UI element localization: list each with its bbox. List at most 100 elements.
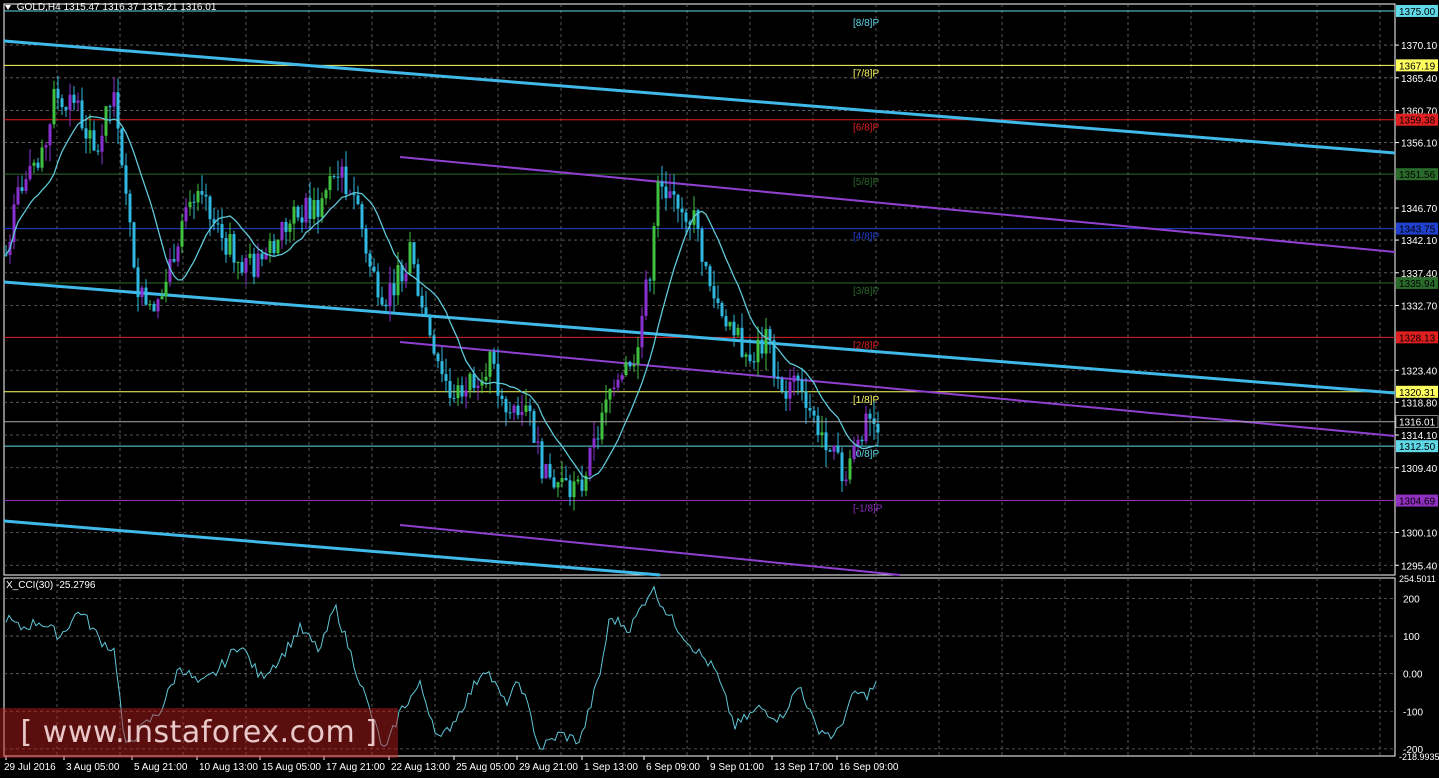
candle-body xyxy=(576,479,580,482)
candle-body xyxy=(556,482,560,488)
candle-body xyxy=(816,415,820,436)
candle-body xyxy=(828,450,832,452)
murrey-level-label: [0/8]P xyxy=(853,449,879,460)
candle-body xyxy=(200,191,204,195)
candle-body xyxy=(624,361,628,376)
candle-body xyxy=(208,196,212,220)
candle-body xyxy=(252,253,256,277)
candle-body xyxy=(832,445,836,452)
candle-body xyxy=(180,221,184,247)
cci-scale-label: 0.00 xyxy=(1403,670,1423,681)
candle-body xyxy=(60,98,64,108)
candle-body xyxy=(640,315,644,348)
candle-body xyxy=(360,204,364,229)
candle-body xyxy=(644,279,648,316)
murrey-level-label: [8/8]P xyxy=(853,18,879,29)
chart-canvas[interactable]: [8/8]P[7/8]P[6/8]P[5/8]P[4/8]P[3/8]P[2/8… xyxy=(0,0,1439,778)
candle-body xyxy=(552,477,556,488)
candle-body xyxy=(648,279,652,281)
candle-body xyxy=(28,165,32,180)
murrey-level-label: [7/8]P xyxy=(853,68,879,79)
candle-body xyxy=(472,373,476,388)
candle-body xyxy=(152,303,156,312)
candle-body xyxy=(372,266,376,272)
candle-body xyxy=(568,480,572,498)
candle-body xyxy=(44,145,48,148)
price-axis-label: 1318.80 xyxy=(1401,398,1438,409)
price-axis-label: 1300.10 xyxy=(1401,529,1438,540)
cci-scale-label: -100 xyxy=(1403,707,1423,718)
candle-body xyxy=(852,446,856,459)
candle-body xyxy=(864,413,868,442)
candle-body xyxy=(560,478,564,483)
time-axis-label: 3 Aug 05:00 xyxy=(66,762,120,773)
time-axis-label: 9 Sep 01:00 xyxy=(710,762,764,773)
candle-body xyxy=(764,329,768,354)
candle-body xyxy=(808,407,812,411)
candle-body xyxy=(500,395,504,400)
candle-body xyxy=(736,327,740,336)
candle-body xyxy=(272,240,276,254)
candle-body xyxy=(304,197,308,223)
candle-body xyxy=(768,329,772,341)
candle-body xyxy=(280,221,284,240)
candle-body xyxy=(76,100,80,103)
candle-body xyxy=(668,191,672,199)
candle-body xyxy=(68,94,72,110)
murrey-level-label: [3/8]P xyxy=(853,286,879,297)
candle-body xyxy=(616,379,620,388)
candle-body xyxy=(324,190,328,199)
time-axis-label: 17 Aug 21:00 xyxy=(326,762,385,773)
murrey-level-label: [5/8]P xyxy=(853,177,879,188)
candle-body xyxy=(316,199,320,217)
candle-body xyxy=(476,385,480,388)
candle-body xyxy=(780,378,784,392)
time-axis-label: 25 Aug 05:00 xyxy=(456,762,515,773)
candle-body xyxy=(432,335,436,354)
candle-body xyxy=(340,166,344,178)
candle-body xyxy=(16,187,20,205)
candle-body xyxy=(428,315,432,336)
candle-body xyxy=(448,380,452,398)
candle-body xyxy=(860,439,864,442)
candle-body xyxy=(672,191,676,195)
candle-body xyxy=(80,100,84,129)
candle-body xyxy=(128,193,132,223)
candle-body xyxy=(784,391,788,399)
candle-body xyxy=(848,458,852,480)
murrey-level-label: [-1/8]P xyxy=(853,504,883,515)
candle-body xyxy=(504,399,508,413)
candle-body xyxy=(320,198,324,217)
murrey-price-badge-text: 1367.19 xyxy=(1399,61,1436,72)
price-axis-label: 1332.70 xyxy=(1401,302,1438,313)
candle-body xyxy=(112,92,116,107)
candle-body xyxy=(632,364,636,367)
candle-body xyxy=(492,351,496,364)
candle-body xyxy=(656,181,660,226)
candle-body xyxy=(580,479,584,491)
price-axis-label: 1370.10 xyxy=(1401,41,1438,52)
candle-body xyxy=(844,479,848,482)
time-axis-label: 16 Sep 09:00 xyxy=(839,762,899,773)
channel-purple-lower xyxy=(399,524,901,576)
price-axis-label: 1365.40 xyxy=(1401,74,1438,85)
candle-body xyxy=(284,221,288,232)
candle-body xyxy=(240,261,244,273)
candle-body xyxy=(328,175,332,191)
candle-body xyxy=(652,225,656,281)
candle-body xyxy=(528,405,532,412)
candle-body xyxy=(100,135,104,152)
candle-body xyxy=(48,124,52,146)
time-axis-label: 29 Aug 21:00 xyxy=(519,762,578,773)
candle-body xyxy=(32,162,36,166)
candle-body xyxy=(744,354,748,357)
murrey-level-label: [1/8]P xyxy=(853,395,879,406)
chevron-down-icon[interactable] xyxy=(5,4,11,10)
candle-body xyxy=(204,194,208,197)
candle-body xyxy=(300,217,304,223)
price-axis-label: 1346.70 xyxy=(1401,204,1438,215)
candle-body xyxy=(544,463,548,479)
candle-body xyxy=(176,246,180,262)
candle-body xyxy=(512,405,516,413)
candle-body xyxy=(760,339,764,354)
